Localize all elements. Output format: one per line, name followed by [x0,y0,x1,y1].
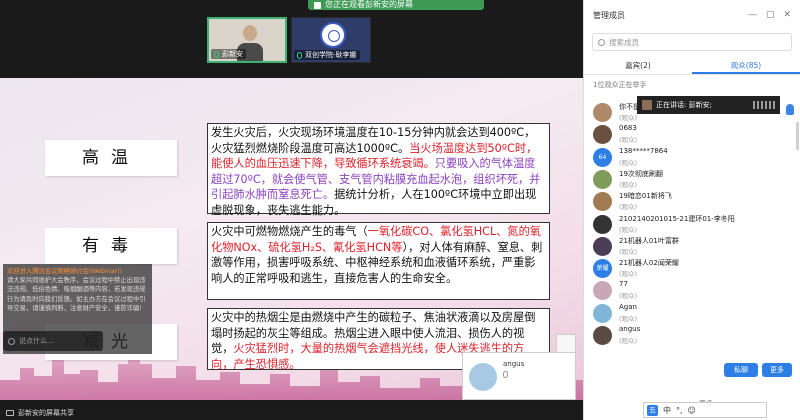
member-name: Agan [619,302,637,311]
member-name: 138*****7864 [619,146,668,155]
emoji-icon[interactable] [8,337,15,345]
member-name: angus [619,325,641,333]
para-text: 火灾中可燃物燃烧产生的毒气（ [211,225,368,238]
share-icon [314,1,321,9]
chat-title: 欢迎进入腾讯会议网络研讨会(Webinar)! [7,268,123,275]
search-input[interactable]: 搜索成员 [592,33,792,51]
tile-caption: 彭新安 [211,49,246,59]
speaking-indicator: 正在讲话: 彭新安; [637,96,780,114]
private-chat-button[interactable]: 私聊 [724,363,758,377]
avatar [593,214,612,234]
avatar [593,125,612,145]
chat-input-placeholder: 说点什么... [19,337,54,345]
paragraph-high-temperature: 发生火灾后，火灾现场环境温度在10-15分钟内就会达到400ºC，火灾猛烈燃烧阶… [207,123,550,217]
mic-icon [214,50,219,58]
mini-video-tile[interactable] [556,334,576,354]
more-button[interactable]: 更多 [762,363,792,377]
speaker-thumbnail [642,100,652,110]
avatar [593,103,612,122]
tab-guests[interactable]: 嘉宾(2) [584,60,692,74]
tile-caption: 双创学院-耿李娜 [294,50,360,60]
speaking-text: 正在讲话: 彭新安; [656,101,712,109]
member-row[interactable]: 2102140201015-21建环01-李冬阳 (观众) [593,214,793,236]
member-row[interactable]: 荣耀 21机器人02闻荣耀 (观众) [593,258,793,280]
video-tile-guest[interactable]: 双创学院-耿李娜 [291,17,371,63]
label-toxic: 有毒 [45,228,177,264]
member-role: (观众) [619,114,638,122]
member-role: (观众) [619,247,638,256]
member-row[interactable]: 19暗恋01新将飞 (观众) [593,191,793,213]
mic-icon [297,51,302,59]
share-status-text: 彭新安的屏幕共享 [18,409,74,417]
angus-video-tile[interactable]: angus [462,352,576,400]
screen-share-icon [6,410,14,416]
member-name: 77 [619,280,628,289]
mic-icon [503,371,508,378]
ime-mode[interactable]: 中 [663,405,671,416]
member-role: (观众) [619,292,638,301]
avatar [469,363,497,391]
member-role: (观众) [619,337,638,345]
avatar: 荣耀 [593,259,612,279]
tile-name: angus [503,360,525,368]
avatar [593,192,612,212]
hands-up-notice: 1位观众正在举手 [593,81,647,89]
avatar [593,303,612,323]
member-role: (观众) [619,158,638,167]
member-tabs: 嘉宾(2) 观众(85) [584,60,800,75]
screen-share-status-bar: 彭新安的屏幕共享 [0,406,583,420]
video-tile-speaker[interactable]: 彭新安 [207,17,287,63]
member-row[interactable]: 77 (观众) [593,280,793,302]
member-row[interactable]: angus (观众) [593,325,793,347]
paragraph-toxic: 火灾中可燃物燃烧产生的毒气（一氧化碳CO、氯化氢HCL、氮的氧化物NOx、硫化氢… [207,222,550,300]
ime-toolbar: 五 中 °, ☺ [643,402,767,418]
institution-logo [320,22,346,48]
tab-audience[interactable]: 观众(85) [692,60,800,74]
search-icon [598,38,605,46]
members-panel: 管理成员 — ▢ ✕ 搜索成员 嘉宾(2) 观众(85) 1位观众正在举手 你不… [583,0,800,420]
avatar [593,326,612,345]
tile-name: 彭新安 [222,50,243,58]
member-row[interactable]: 64 138*****7864 (观众) [593,147,793,169]
member-list-scrollbar[interactable] [796,122,799,150]
panel-title: 管理成员 [593,10,625,20]
maximize-icon[interactable]: ▢ [766,10,775,20]
avatar [593,281,612,301]
member-name: 21机器人02闻荣耀 [619,259,679,268]
ime-emoji[interactable]: ☺ [688,406,696,415]
panel-header: 管理成员 — ▢ ✕ [584,0,800,30]
audio-level-icon [753,101,775,109]
member-role: (观众) [619,270,638,279]
member-row[interactable]: 21机器人01叶富群 (观众) [593,236,793,258]
member-role: (观众) [619,225,638,234]
member-name: 2102140201015-21建环01-李冬阳 [619,214,735,223]
member-name: 19次彻底刷翻 [619,169,663,178]
chat-input[interactable]: 说点什么... [3,331,103,351]
chat-body: 请大家共同维护大会秩序，会议过程中禁止出现违法违规、低俗色情、吸烟酗酒等内容，若… [7,277,146,312]
avatar: 64 [593,147,612,167]
member-name: 21机器人01叶富群 [619,236,679,245]
ime-logo-icon[interactable]: 五 [647,404,658,416]
member-row[interactable]: 19次彻底刷翻 (观众) [593,169,793,191]
raise-hand-icon[interactable] [786,104,794,115]
member-row[interactable]: 0683 (观众) [593,124,793,146]
member-row[interactable]: Agan (观众) [593,303,793,325]
avatar [593,236,612,256]
member-role: (观众) [619,203,638,212]
member-role: (观众) [619,314,638,323]
member-name: 19暗恋01新将飞 [619,192,672,201]
member-role: (观众) [619,180,638,189]
share-banner-text: 您正在观看彭新安的屏幕 [325,0,413,9]
screen-share-banner: 您正在观看彭新安的屏幕 [308,0,484,10]
label-high-temperature: 高温 [45,140,177,176]
tile-name: 双创学院-耿李娜 [305,51,357,59]
member-name: 0683 [619,124,637,133]
close-icon[interactable]: ✕ [783,10,791,20]
avatar [593,169,612,189]
ime-punctuation[interactable]: °, [676,406,683,415]
member-role: (观众) [619,136,638,145]
search-placeholder: 搜索成员 [609,37,639,47]
minimize-icon[interactable]: — [748,10,757,20]
